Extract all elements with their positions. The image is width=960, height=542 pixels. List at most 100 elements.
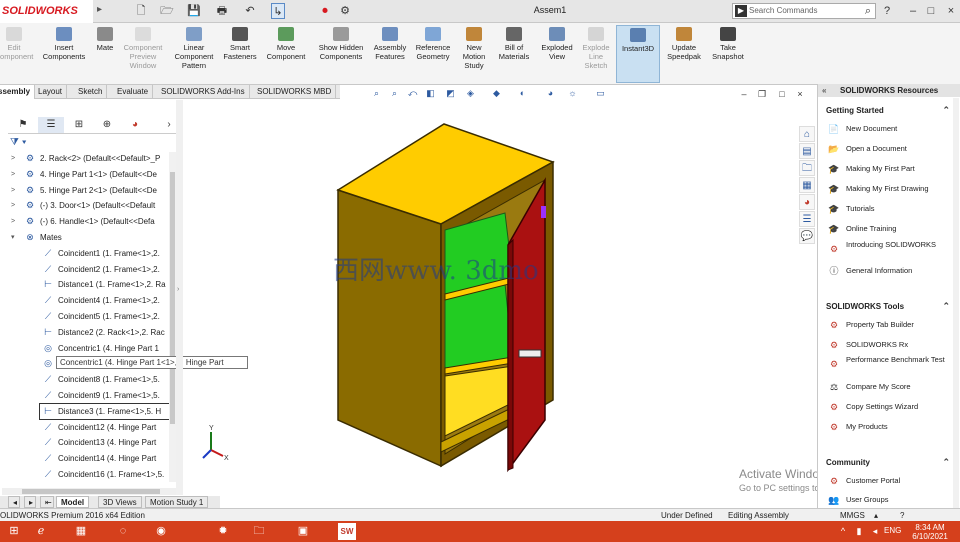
internet-explorer-icon[interactable]: ℯ [32,523,50,540]
expand-arrow-icon[interactable]: > [11,151,19,166]
options-icon[interactable]: ⚙ [338,3,352,19]
mate-row[interactable]: ⊢ Distance1 (1. Frame<1>,2. Ra [0,277,176,292]
home-icon[interactable]: ⌂ [799,126,815,142]
smart-fasteners-button[interactable]: Smart Fasteners [220,25,260,83]
viewport-restore-button[interactable]: ❐ [755,88,769,100]
mate-row[interactable]: ⟋ Coincident16 (1. Frame<1>,5. [0,467,176,482]
feature-tree-tab-icon[interactable]: ⚑ [10,117,36,133]
linear-pattern-button[interactable]: Linear Component Pattern [170,25,218,83]
clock[interactable]: 8:34 AM 6/10/2021 [908,523,952,541]
viewport-minimize-button[interactable]: – [737,88,751,100]
link-performance-benchmark[interactable]: ⚙ Performance Benchmark Test [828,356,956,374]
cabinet-model[interactable]: Y X [183,100,795,508]
maximize-button[interactable]: □ [924,3,938,19]
excel-icon[interactable]: ▦ [72,523,90,540]
hide-show-icon[interactable]: ◐ [516,87,529,100]
apply-scene-icon[interactable]: ☼ [566,87,579,100]
solidworks-logo[interactable]: SOLIDWORKS [0,0,93,23]
custom-properties-icon[interactable]: ☰ [799,211,815,227]
appearances-icon[interactable]: ◕ [799,194,815,210]
tab-addins[interactable]: SOLIDWORKS Add-Ins [157,85,250,99]
expand-arrow-icon[interactable]: ▾ [11,230,19,245]
expand-arrow-icon[interactable]: > [11,167,19,182]
update-speedpak-button[interactable]: Update Speedpak [664,25,704,83]
forum-icon[interactable]: 💬 [799,228,815,244]
pane-scrollbar[interactable] [953,98,959,508]
section-view-icon[interactable]: ◧ [424,87,437,100]
notes-icon[interactable]: ▣ [294,523,312,540]
new-motion-study-button[interactable]: New Motion Study [456,25,492,83]
filter-icon[interactable]: ⧩ ▾ [10,137,170,149]
link-user-groups[interactable]: 👥 User Groups [828,492,956,508]
menu-arrow-icon[interactable]: ▸ [97,4,107,18]
link-general-information[interactable]: ⓘ General Information [828,263,956,279]
solidworks-taskbar-icon[interactable]: SW [338,523,356,540]
reference-geometry-button[interactable]: Reference Geometry [412,25,454,83]
traffic-light-icon[interactable]: ⏺ [320,3,330,19]
zoom-to-fit-icon[interactable]: ⌕ [370,87,383,100]
link-compare-my-score[interactable]: ⚖ Compare My Score [828,379,956,395]
tab-assembly[interactable]: ssembly [0,85,36,99]
instant3d-button[interactable]: Instant3D [616,25,660,83]
mate-row[interactable]: ⟋ Coincident9 (1. Frame<1>,5. [0,388,176,403]
mate-row[interactable]: ⟋ Coincident4 (1. Frame<1>,2. [0,293,176,308]
explode-line-sketch-button[interactable]: Explode Line Sketch [578,25,614,83]
view-orientation-icon[interactable]: ◈ [464,87,477,100]
link-my-products[interactable]: ⚙ My Products [828,419,956,435]
edit-component-button[interactable]: Edit Component [0,25,36,83]
tab-prev-arrow-icon[interactable]: ◂ [8,496,20,508]
language-indicator[interactable]: ENG [884,526,901,535]
expand-arrow-icon[interactable]: > [11,183,19,198]
chrome-icon[interactable]: ◉ [152,523,170,540]
tab-layout[interactable]: Layout [34,85,68,99]
tree-row[interactable]: > ⚙ 4. Hinge Part 1<1> (Default<<De [0,167,176,182]
save-icon[interactable]: 💾 [187,3,201,19]
link-first-drawing[interactable]: 🎓 Making My First Drawing [828,181,956,197]
tree-row[interactable]: > ⚙ (-) 6. Handle<1> (Default<<Defa [0,214,176,229]
mate-row[interactable]: ⟋ Coincident13 (4. Hinge Part [0,435,176,450]
bill-of-materials-button[interactable]: Bill of Materials [494,25,534,83]
link-customer-portal[interactable]: ⚙ Customer Portal [828,473,956,489]
tab-evaluate[interactable]: Evaluate [113,85,154,99]
view-settings-icon[interactable]: ▭ [594,87,607,100]
show-hidden-button[interactable]: Show Hidden Components [318,25,364,83]
tree-row[interactable]: > ⚙ 2. Rack<2> (Default<<Default>_P [0,151,176,166]
display-manager-tab-icon[interactable]: ◕ [122,117,148,133]
print-icon[interactable]: 🖶 [215,3,229,19]
mate-row[interactable]: ◎ Concentric1 (4. Hinge Part 1 [0,341,176,356]
graphics-area[interactable]: Y X 西网www. 3dmo [183,100,795,508]
minimize-button[interactable]: – [906,3,920,19]
dimxpert-tab-icon[interactable]: ⊕ [94,117,120,133]
tab-next-arrow-icon[interactable]: ▸ [24,496,36,508]
tree-row[interactable]: ▾ ⊗ Mates [0,230,176,245]
insert-components-button[interactable]: Insert Components [40,25,88,83]
view-palette-icon[interactable]: ▦ [799,177,815,193]
volume-icon[interactable]: ◂ [866,523,884,540]
zoom-area-icon[interactable]: ⌕ [388,87,401,100]
edge-icon[interactable]: ◌ [114,523,132,540]
link-tutorials[interactable]: 🎓 Tutorials [828,201,956,217]
section-getting-started[interactable]: Getting Started ⌃ [826,104,954,117]
new-document-icon[interactable]: 🗋 [134,3,148,19]
pane-collapse-icon[interactable]: « [822,84,826,97]
file-explorer-icon[interactable]: 🗀 [799,160,815,176]
mate-button[interactable]: Mate [92,25,118,83]
edit-appearance-icon[interactable]: ◕ [544,87,557,100]
undo-icon[interactable]: ↶ [243,3,257,19]
mate-row[interactable]: ⟋ Coincident14 (4. Hinge Part [0,451,176,466]
configuration-tab-icon[interactable]: ⊞ [66,117,92,133]
viewport-maximize-button[interactable]: □ [775,88,789,100]
link-property-tab-builder[interactable]: ⚙ Property Tab Builder [828,317,956,333]
tab-first-icon[interactable]: ⇤ [40,496,54,508]
previous-view-icon[interactable]: ⤺ [406,87,419,100]
viewport-close-button[interactable]: × [793,88,807,100]
close-button[interactable]: × [944,3,958,19]
mate-row[interactable]: ⊢ Distance3 (1. Frame<1>,5. H [39,402,171,420]
component-preview-button[interactable]: Component Preview Window [120,25,166,83]
start-button[interactable]: ⊞ [2,523,26,540]
mate-row[interactable]: ⟋ Coincident1 (1. Frame<1>,2. [0,246,176,261]
tab-sketch[interactable]: Sketch [74,85,108,99]
expand-arrow-icon[interactable]: > [11,214,19,229]
tree-scrollbar-thumb[interactable] [170,172,175,424]
mate-row[interactable]: ⊢ Distance2 (2. Rack<1>,2. Rac [0,325,176,340]
